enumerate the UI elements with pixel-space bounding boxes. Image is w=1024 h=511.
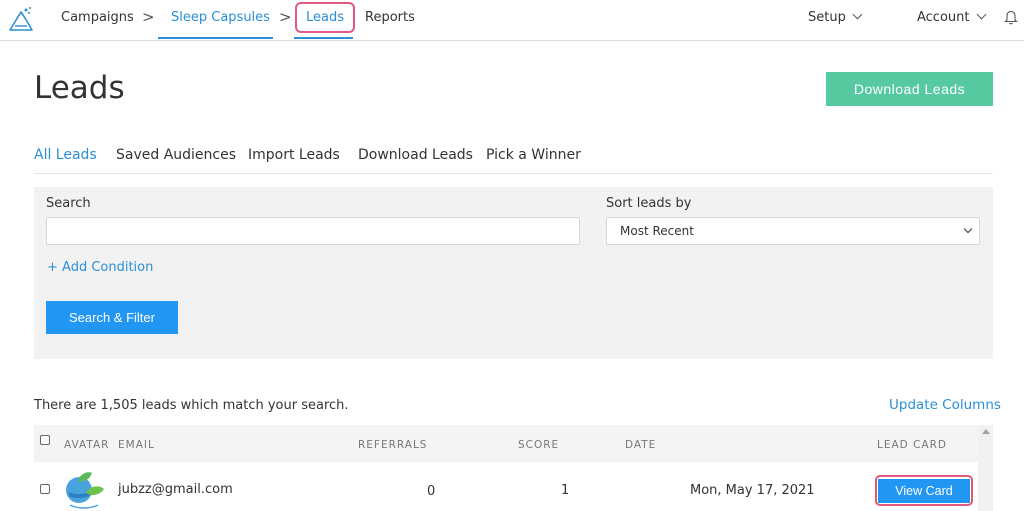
- nav-setup-label: Setup: [808, 10, 846, 25]
- tab-import-leads[interactable]: Import Leads: [248, 147, 340, 163]
- search-label: Search: [46, 196, 91, 211]
- chevron-down-icon: [976, 9, 986, 20]
- leads-subtabs: All Leads Saved Audiences Import Leads D…: [34, 147, 993, 174]
- nav-account-label: Account: [917, 10, 970, 25]
- nav-reports[interactable]: Reports: [365, 10, 415, 25]
- lead-referrals: 0: [427, 484, 436, 499]
- page-title: Leads: [34, 70, 125, 106]
- sort-leads-select[interactable]: Most Recent: [606, 217, 980, 245]
- nav-account[interactable]: Account: [917, 9, 986, 25]
- chevron-down-icon: [852, 9, 863, 20]
- select-all-checkbox[interactable]: [40, 435, 50, 445]
- tab-all-leads[interactable]: All Leads: [34, 147, 97, 163]
- scroll-up-icon[interactable]: [982, 429, 990, 434]
- table-scrollbar[interactable]: [978, 425, 993, 511]
- lead-date: Mon, May 17, 2021: [690, 483, 815, 498]
- nav-sleep-capsules[interactable]: Sleep Capsules: [171, 10, 270, 25]
- nav-campaigns[interactable]: Campaigns: [61, 10, 134, 25]
- col-avatar: AVATAR: [64, 439, 110, 451]
- active-tab-underline: [158, 37, 273, 39]
- search-filter-button[interactable]: Search & Filter: [46, 301, 178, 334]
- table-row: jubzz@gmail.com 0 1 Mon, May 17, 2021 Vi…: [34, 463, 978, 511]
- col-email[interactable]: EMAIL: [118, 439, 155, 451]
- row-checkbox[interactable]: [40, 484, 50, 494]
- table-header: AVATAR EMAIL REFERRALS SCORE DATE LEAD C…: [34, 425, 978, 462]
- update-columns-link[interactable]: Update Columns: [889, 397, 1001, 413]
- top-nav: Campaigns > Sleep Capsules > Leads Repor…: [0, 0, 1024, 41]
- filter-panel: Search Sort leads by Most Recent + Add C…: [34, 187, 993, 359]
- add-condition-link[interactable]: + Add Condition: [47, 260, 153, 275]
- lead-score: 1: [561, 483, 570, 498]
- search-input[interactable]: [46, 217, 580, 245]
- col-referrals[interactable]: REFERRALS: [358, 439, 427, 451]
- nav-setup[interactable]: Setup: [808, 9, 863, 25]
- breadcrumb-separator: >: [142, 8, 155, 26]
- avatar: [66, 472, 104, 509]
- sort-selected-value: Most Recent: [620, 224, 694, 238]
- col-lead-card: LEAD CARD: [877, 439, 947, 451]
- chevron-down-icon: [963, 224, 973, 234]
- sort-label: Sort leads by: [606, 196, 692, 211]
- tab-download-leads[interactable]: Download Leads: [358, 147, 473, 163]
- lead-email: jubzz@gmail.com: [118, 482, 233, 497]
- results-summary: There are 1,505 leads which match your s…: [34, 398, 349, 413]
- breadcrumb-separator: >: [279, 8, 292, 26]
- bell-icon[interactable]: [1004, 9, 1018, 25]
- leads-highlight-box: [295, 2, 355, 33]
- tab-saved-audiences[interactable]: Saved Audiences: [116, 147, 236, 163]
- active-tab-underline: [294, 37, 353, 39]
- col-score[interactable]: SCORE: [518, 439, 559, 451]
- download-leads-button[interactable]: Download Leads: [826, 72, 993, 106]
- tab-pick-a-winner[interactable]: Pick a Winner: [486, 147, 581, 163]
- flask-logo-icon[interactable]: [6, 4, 36, 34]
- view-card-button[interactable]: View Card: [878, 479, 970, 503]
- col-date[interactable]: DATE: [625, 439, 656, 451]
